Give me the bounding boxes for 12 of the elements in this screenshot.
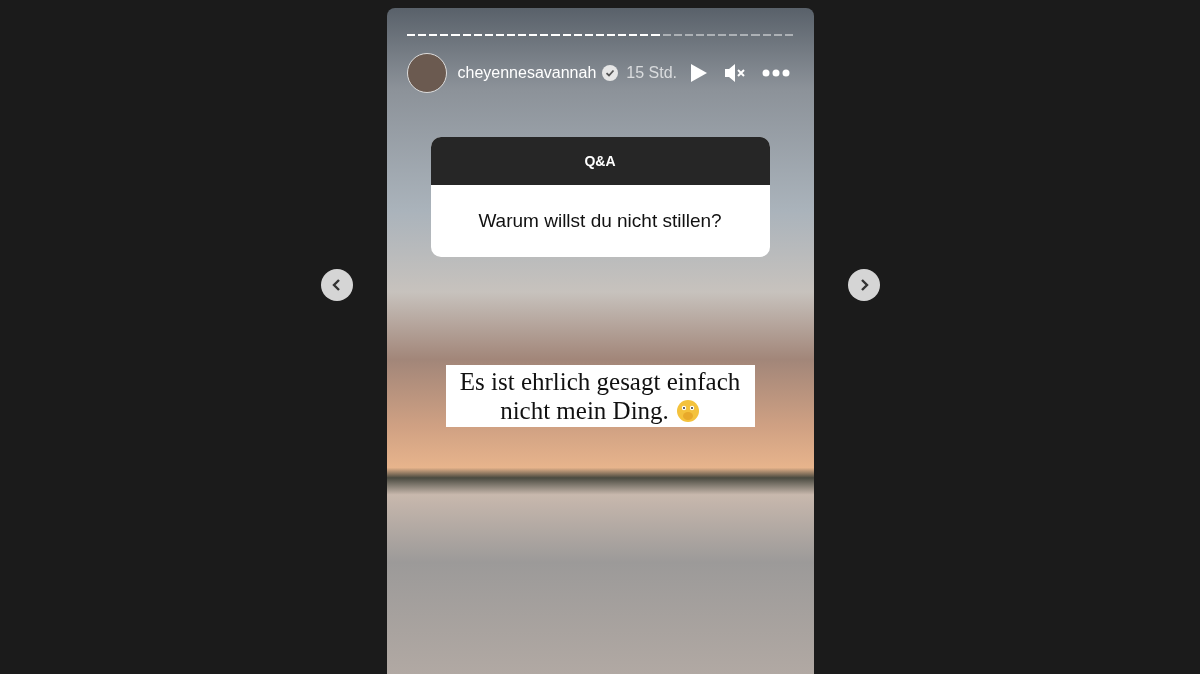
username[interactable]: cheyennesavannah [457,64,597,82]
mute-button[interactable] [723,63,746,83]
emoji-face-icon [675,398,700,423]
answer-text: Es ist ehrlich gesagt einfach [459,367,741,396]
post-time: 15 Std. [626,64,677,82]
previous-button[interactable] [320,269,353,301]
play-button[interactable] [689,63,708,83]
answer-text: nicht mein Ding. [500,396,669,425]
question-card-title: Q&A [584,153,616,169]
next-button[interactable] [847,269,880,301]
more-options-button[interactable] [761,69,790,77]
question-text: Warum willst du nicht stillen? [478,210,722,232]
